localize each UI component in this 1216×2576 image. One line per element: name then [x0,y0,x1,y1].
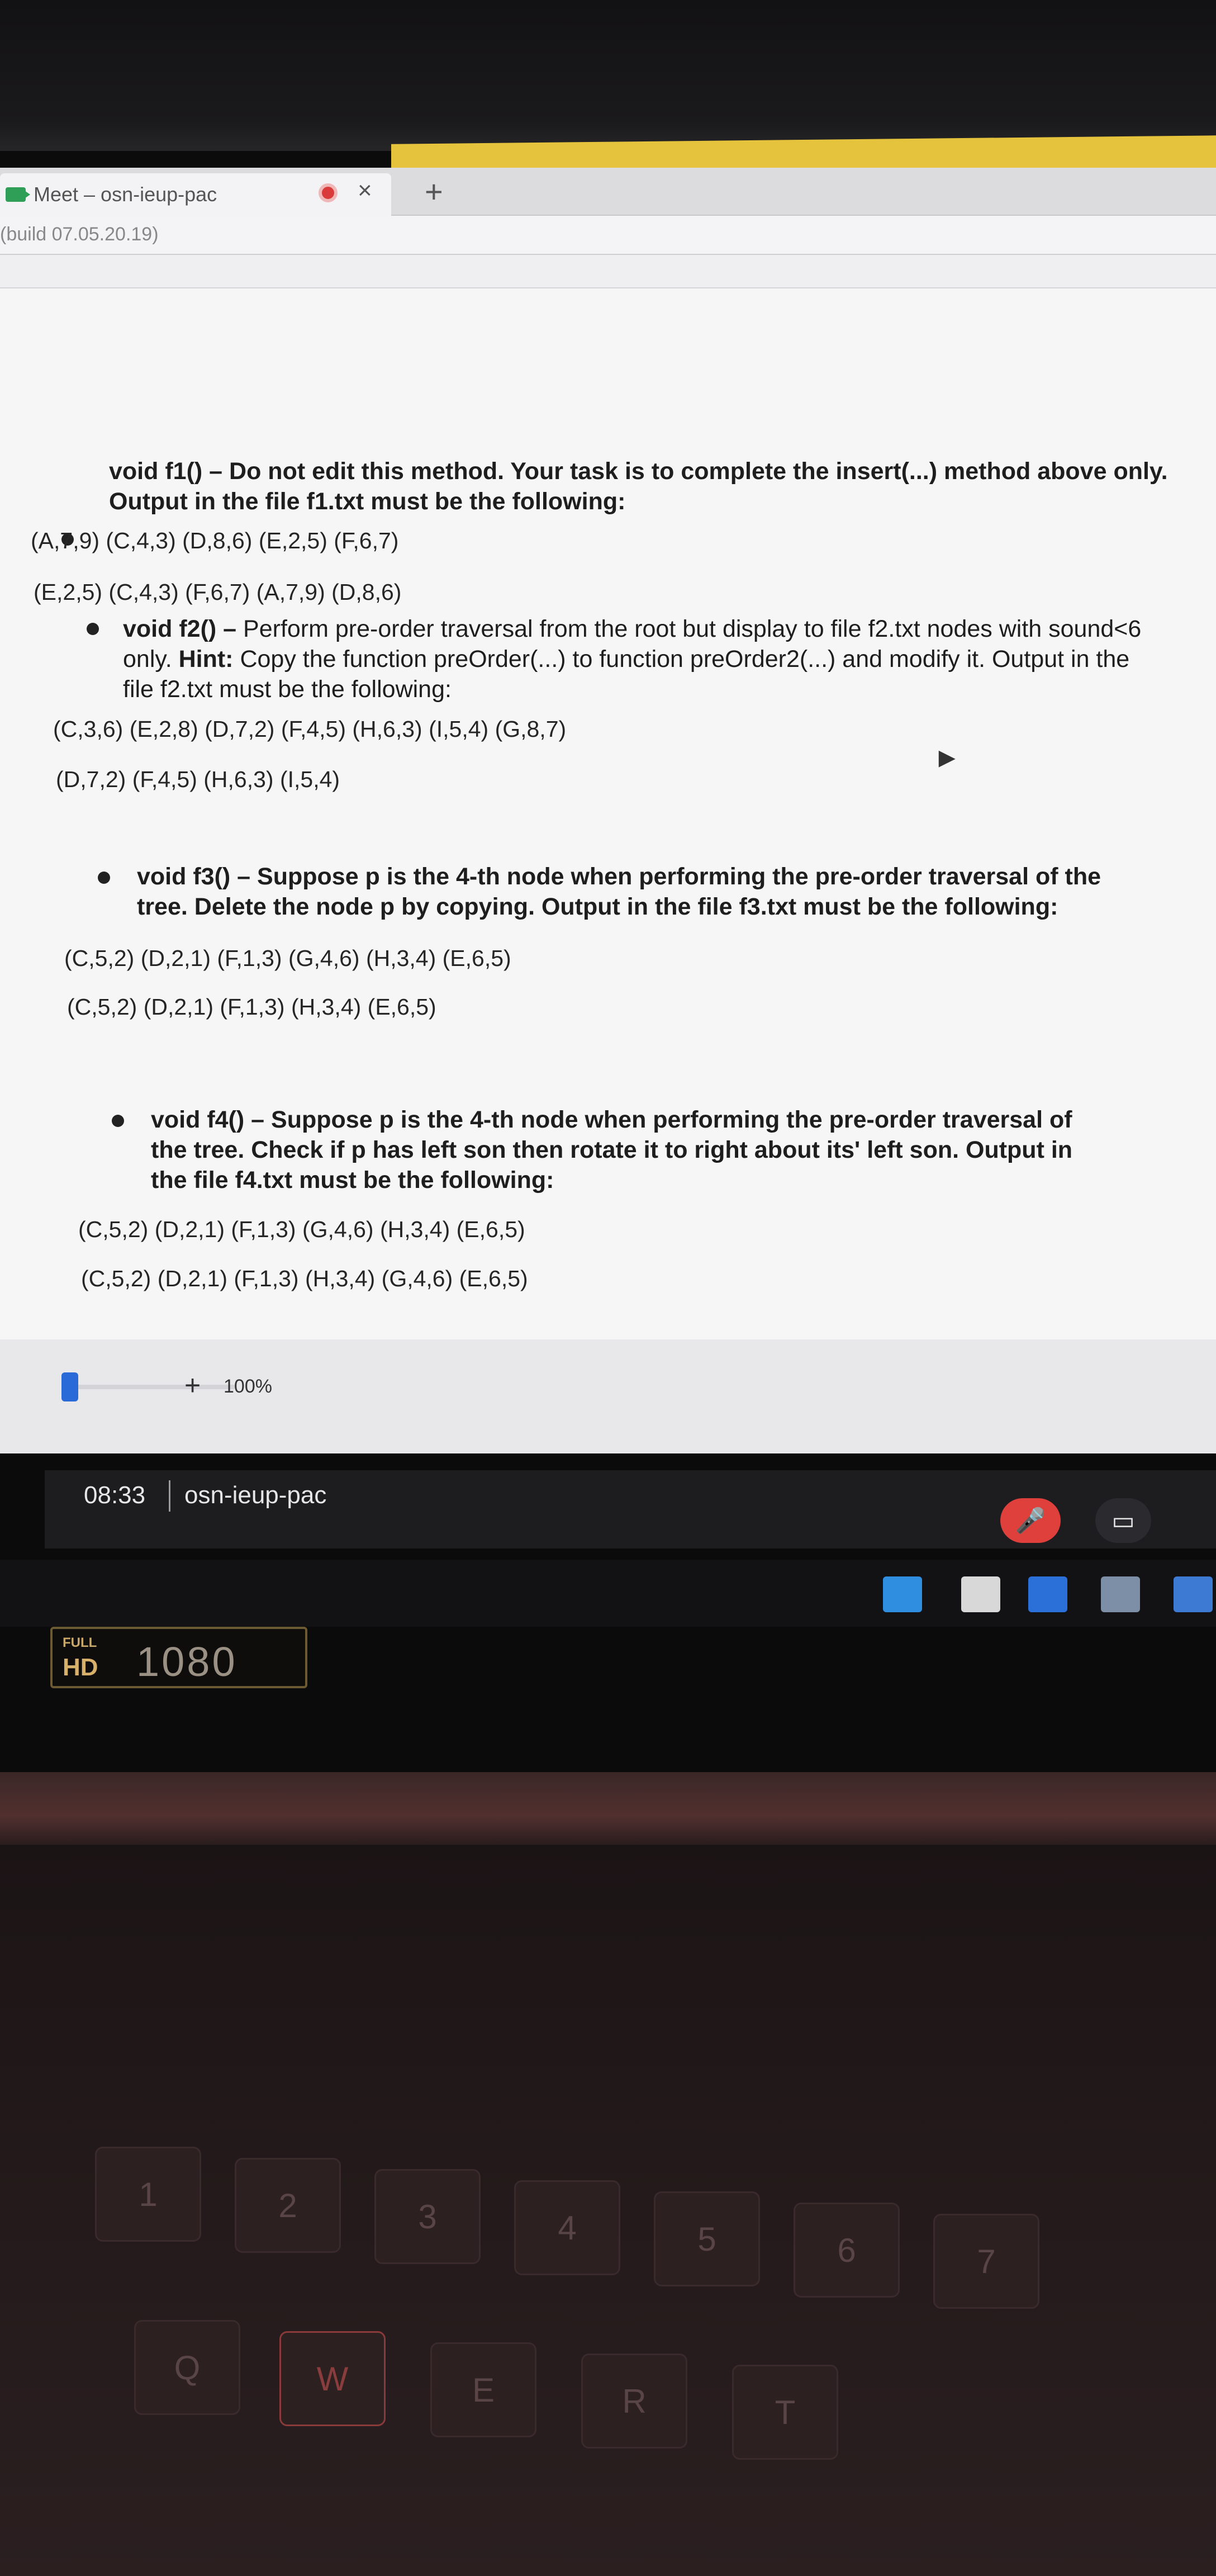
full-hd-badge: FULL HD 1080 [50,1627,307,1688]
f2-description: void f2() – Perform pre-order traversal … [123,615,1142,703]
meet-favicon-icon [6,187,30,202]
mic-toggle-button[interactable]: 🎤 [1000,1498,1061,1543]
document-toolbar [0,255,1216,288]
camera-icon: ▭ [1112,1507,1135,1535]
resolution-label: 1080 [136,1639,238,1685]
hd-label: HD [63,1654,98,1681]
recording-indicator-icon [319,183,338,202]
meeting-time: 08:33 [84,1481,146,1509]
start-icon[interactable] [883,1576,922,1612]
key-t: T [732,2365,838,2460]
key-6: 6 [794,2203,900,2298]
calculator-icon[interactable] [1101,1576,1140,1612]
windows-taskbar [0,1560,1216,1627]
keyboard: 1 2 3 4 5 6 7 Q W E R T [0,1845,1216,2576]
f3-output-line-2: (C,5,2) (D,2,1) (F,1,3) (H,3,4) (E,6,5) [67,994,436,1020]
notepad-icon[interactable] [1174,1576,1213,1612]
laptop-hinge [0,1772,1216,1845]
photo-bezel-top [0,0,1216,151]
meet-bottom-bar: 08:33 osn-ieup-pac 🎤 ▭ [45,1470,1216,1549]
f3-description: void f3() – Suppose p is the 4-th node w… [137,863,1101,920]
f4-output-line-1: (C,5,2) (D,2,1) (F,1,3) (G,4,6) (H,3,4) … [78,1216,525,1242]
key-3: 3 [374,2169,481,2264]
laptop-screen: Meet – osn-ieup-pac × + (build 07.05.20.… [0,168,1216,1453]
key-e: E [430,2342,536,2437]
camera-toggle-button[interactable]: ▭ [1095,1498,1151,1543]
bullet-icon [98,872,110,884]
key-r: R [581,2354,687,2449]
key-w: W [279,2331,386,2426]
key-q: Q [134,2320,240,2415]
divider [169,1480,170,1512]
bullet-icon [112,1115,124,1127]
zoom-slider-track[interactable] [78,1385,235,1389]
build-label: (build 07.05.20.19) [0,224,159,245]
key-7: 7 [933,2214,1039,2309]
key-4: 4 [514,2180,620,2275]
f2-output-line-2: (D,7,2) (F,4,5) (H,6,3) (I,5,4) [56,766,340,792]
f2-output-line-1: (C,3,6) (E,2,8) (D,7,2) (F,4,5) (H,6,3) … [53,716,567,742]
app-icon[interactable] [1028,1576,1067,1612]
f1-output-line-1: (A,7,9) (C,4,3) (D,8,6) (E,2,5) (F,6,7) [31,528,399,553]
mic-off-icon: 🎤 [1015,1507,1046,1535]
document-page: void f1() – Do not edit this method. You… [0,288,1216,1339]
full-label: FULL [63,1635,97,1650]
tab-close-icon[interactable]: × [358,177,372,205]
document-title-bar: (build 07.05.20.19) [0,216,1216,255]
zoom-in-button[interactable]: + [184,1369,201,1401]
bullet-icon [87,623,99,635]
f4-description: void f4() – Suppose p is the 4-th node w… [151,1106,1073,1194]
f3-output-line-1: (C,5,2) (D,2,1) (F,1,3) (G,4,6) (H,3,4) … [64,945,511,971]
file-explorer-icon[interactable] [961,1576,1000,1612]
meeting-code: osn-ieup-pac [184,1481,327,1509]
key-1: 1 [95,2147,201,2242]
f1-output-line-2: (E,2,5) (C,4,3) (F,6,7) (A,7,9) (D,8,6) [34,579,402,605]
tab-title: Meet – osn-ieup-pac [34,183,217,206]
zoom-level: 100% [224,1376,272,1397]
browser-tab-strip: Meet – osn-ieup-pac × + [0,168,1216,216]
f4-output-line-2: (C,5,2) (D,2,1) (F,1,3) (H,3,4) (G,4,6) … [81,1266,528,1291]
key-2: 2 [235,2158,341,2253]
new-tab-button[interactable]: + [425,173,443,210]
mouse-cursor-icon: ► [933,742,961,773]
key-5: 5 [654,2191,760,2286]
zoom-slider-handle[interactable] [61,1372,78,1401]
f1-description: void f1() – Do not edit this method. You… [109,458,1168,515]
